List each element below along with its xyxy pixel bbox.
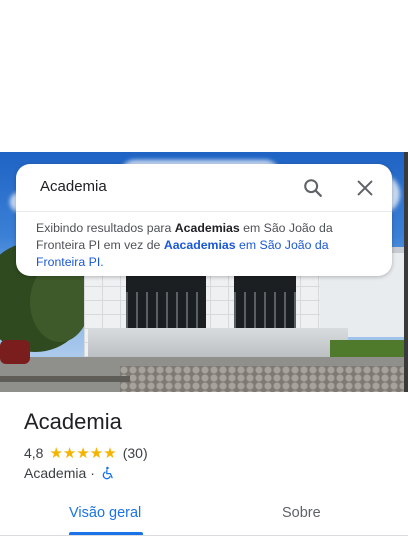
search-bar[interactable]: Academia (16, 164, 392, 212)
review-count[interactable]: (30) (123, 445, 148, 461)
tab-bar: Visão geral Sobre (0, 494, 408, 536)
cobblestone-road (120, 366, 404, 392)
star-rating-icon: ★★★★★ (49, 444, 117, 462)
search-card: Academia Exibindo resultados para Academ… (16, 164, 392, 276)
close-icon[interactable] (354, 177, 376, 199)
search-input[interactable]: Academia (40, 178, 107, 195)
active-tab-indicator (69, 532, 143, 535)
scrollbar[interactable] (404, 152, 408, 392)
spelling-correction-notice: Exibindo resultados para Academias em Sã… (36, 220, 376, 271)
rating-row[interactable]: 4,8 ★★★★★ (30) (24, 444, 148, 462)
curb (0, 376, 130, 382)
corrected-term: Academias (174, 221, 240, 235)
wheelchair-icon[interactable] (101, 466, 115, 480)
motorcycle (0, 340, 30, 364)
notice-prefix: Exibindo resultados para (36, 221, 175, 235)
tab-overview[interactable]: Visão geral (69, 505, 141, 521)
search-icon[interactable] (302, 177, 324, 199)
place-title: Academia (24, 409, 122, 434)
place-category[interactable]: Academia (24, 465, 86, 481)
gate-bars (126, 292, 206, 328)
gate-bars (234, 292, 296, 328)
rating-value: 4,8 (24, 445, 44, 461)
separator: · (90, 465, 95, 481)
tab-about[interactable]: Sobre (282, 505, 321, 521)
blank-header-area (0, 0, 408, 152)
category-row: Academia · (24, 465, 115, 481)
original-term[interactable]: Aacademias (164, 238, 236, 252)
